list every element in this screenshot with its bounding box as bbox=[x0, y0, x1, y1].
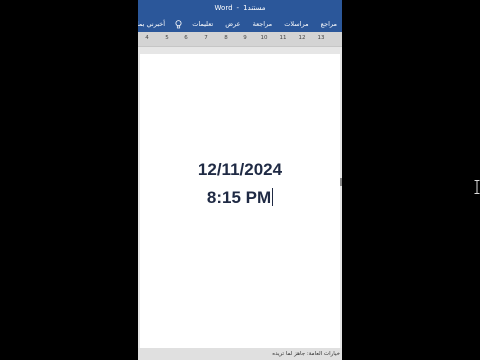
horizontal-ruler[interactable]: 13 12 11 10 9 8 7 6 5 4 bbox=[138, 32, 342, 47]
ruler-tick: 4 bbox=[145, 35, 149, 41]
ibeam-cursor-icon bbox=[474, 180, 480, 194]
title-bar: Word - مستند1 bbox=[138, 0, 342, 16]
ruler-tick: 12 bbox=[298, 35, 306, 41]
lightbulb-icon[interactable] bbox=[175, 19, 182, 29]
ribbon-tabs: مراجع مراسلات مراجعة عرض تعليمات أخبرني … bbox=[138, 16, 342, 32]
ruler-tick: 10 bbox=[260, 35, 268, 41]
ruler-tick: 11 bbox=[279, 35, 287, 41]
scrollbar-marker[interactable] bbox=[340, 178, 342, 186]
tab-mailings[interactable]: مراسلات bbox=[279, 16, 313, 32]
document-name: مستند1 bbox=[243, 4, 266, 12]
status-bar: خيارات العامة: جاهز لما تريده bbox=[138, 348, 342, 360]
tab-view[interactable]: عرض bbox=[220, 16, 245, 32]
text-caret bbox=[272, 188, 274, 206]
tell-me-search[interactable]: أخبرني بما تريد bbox=[138, 16, 170, 32]
tab-help[interactable]: تعليمات bbox=[187, 16, 218, 32]
ruler-tick: 6 bbox=[184, 35, 188, 41]
ruler-tick: 7 bbox=[204, 35, 208, 41]
time-text[interactable]: 8:15 PM bbox=[207, 188, 271, 207]
tab-review[interactable]: مراجعة bbox=[248, 16, 278, 32]
document-page[interactable]: 12/11/2024 8:15 PM bbox=[140, 54, 340, 348]
tab-references[interactable]: مراجع bbox=[316, 16, 342, 32]
app-name: Word bbox=[214, 4, 233, 12]
time-line[interactable]: 8:15 PM bbox=[140, 188, 340, 208]
date-text[interactable]: 12/11/2024 bbox=[140, 160, 340, 180]
word-window: Word - مستند1 مراجع مراسلات مراجعة عرض تعل… bbox=[138, 0, 342, 360]
ruler-tick: 5 bbox=[165, 35, 169, 41]
title-separator: - bbox=[236, 4, 240, 12]
ruler-tick: 13 bbox=[317, 35, 325, 41]
ruler-tick: 9 bbox=[243, 35, 247, 41]
ruler-tick: 8 bbox=[224, 35, 228, 41]
